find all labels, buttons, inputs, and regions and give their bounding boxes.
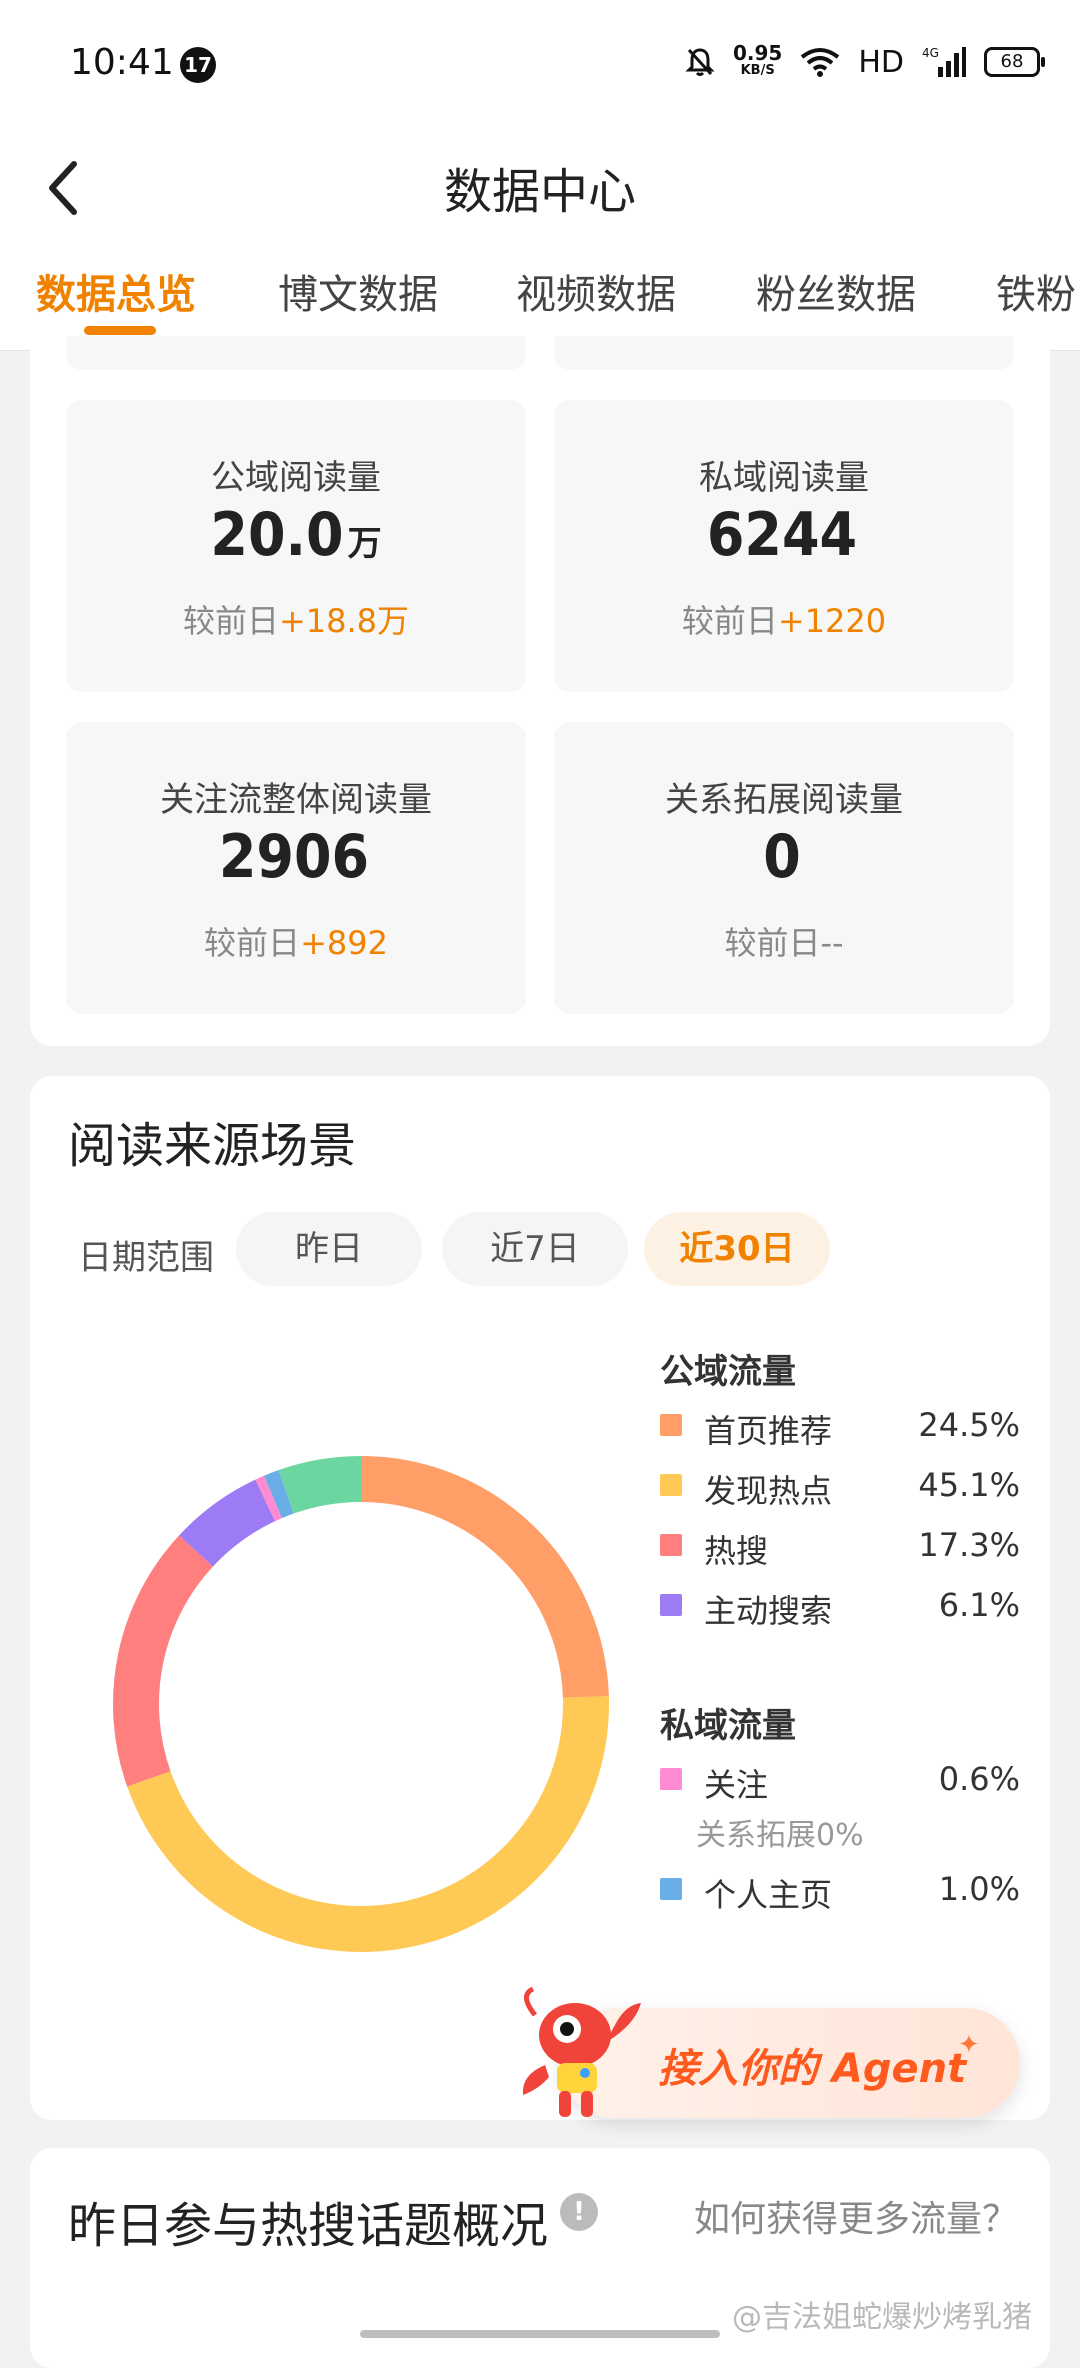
more-traffic-link[interactable]: 如何获得更多流量？	[694, 2190, 1018, 2242]
net-speed: 0.95 KB/S	[732, 41, 783, 80]
status-time: 10:41	[70, 42, 174, 83]
battery-icon: 68	[984, 47, 1045, 77]
stat-private-reads[interactable]: 私域阅读量 6244 较前日+1220	[554, 400, 1014, 692]
stat-compare: 较前日--	[724, 924, 844, 962]
page-title: 数据中心	[443, 164, 636, 220]
legend-item-discover-hot: 发现热点 45.1%	[660, 1464, 1020, 1510]
mute-bell-icon	[685, 48, 715, 76]
signal-icon: 4G	[922, 46, 966, 77]
watermark: @吉法姐蛇爆炒烤乳猪	[732, 2300, 1032, 2335]
stat-label: 关系拓展阅读量	[665, 780, 903, 820]
legend-swatch	[660, 1878, 682, 1900]
status-icons: 0.95 KB/S HD 4G 68	[685, 41, 1045, 82]
legend-name: 关注	[704, 1766, 769, 1804]
stat-follow-feed-reads[interactable]: 关注流整体阅读量 2906 较前日+892	[66, 722, 526, 1014]
stat-value: 20.0 万	[210, 500, 382, 570]
donut-slice-0	[360, 1456, 609, 1698]
legend-item-profile: 个人主页 1.0%	[660, 1868, 1020, 1914]
legend-percent: 17.3%	[918, 1526, 1020, 1564]
net-speed-value: 0.95	[732, 41, 783, 65]
stat-value: 0	[763, 822, 801, 892]
donut-slice-3	[179, 1479, 276, 1568]
date-option-yesterday[interactable]: 昨日	[236, 1212, 422, 1286]
stat-tile-partial	[66, 336, 526, 370]
legend-item-hot-search: 热搜 17.3%	[660, 1524, 1020, 1570]
legend-item-active-search: 主动搜索 6.1%	[660, 1584, 1020, 1630]
donut-slice-5	[263, 1470, 294, 1519]
tab-overview[interactable]: 数据总览	[36, 262, 196, 320]
wifi-icon	[801, 48, 840, 77]
lobster-mascot-icon[interactable]	[515, 1985, 665, 2125]
section-title-reading-source: 阅读来源场景	[68, 1118, 357, 1174]
date-option-7-days[interactable]: 近7日	[442, 1212, 628, 1286]
stat-label: 关注流整体阅读量	[160, 780, 432, 820]
stat-compare: 较前日+18.8万	[182, 602, 410, 640]
tab-bar: 数据总览 博文数据 视频数据 粉丝数据 铁粉	[0, 240, 1080, 351]
stat-compare: 较前日+892	[204, 924, 388, 962]
donut-slice-1	[127, 1696, 609, 1952]
stat-tile-partial	[554, 336, 1014, 370]
hd-label: HD	[858, 44, 904, 80]
legend-percent: 6.1%	[938, 1586, 1020, 1624]
stat-compare: 较前日+1220	[681, 602, 887, 640]
home-indicator[interactable]	[360, 2330, 720, 2338]
legend-swatch	[660, 1594, 682, 1616]
signal-label: 4G	[922, 46, 939, 60]
legend-note-relation: 关系拓展0%	[696, 1818, 864, 1853]
tab-videos[interactable]: 视频数据	[516, 262, 676, 320]
stat-label: 公域阅读量	[211, 458, 381, 498]
legend-name: 发现热点	[704, 1472, 833, 1510]
legend-name: 热搜	[704, 1532, 769, 1570]
info-icon[interactable]: !	[560, 2193, 598, 2231]
legend-group-private: 私域流量	[660, 1706, 796, 1746]
notification-badge: 17	[180, 47, 216, 83]
status-bar: 10:41 17 0.95 KB/S HD 4G 68	[0, 0, 1080, 130]
legend-percent: 24.5%	[918, 1406, 1020, 1444]
stat-public-reads[interactable]: 公域阅读量 20.0 万 较前日+18.8万	[66, 400, 526, 692]
nav-bar: 数据中心	[0, 130, 1080, 240]
date-range-label: 日期范围	[78, 1238, 214, 1278]
section-title-hot-search: 昨日参与热搜话题概况	[68, 2198, 549, 2254]
legend-swatch	[660, 1534, 682, 1556]
stats-card: 公域阅读量 20.0 万 较前日+18.8万 私域阅读量 6244 较前日+122…	[30, 336, 1050, 1046]
stat-value: 6244	[706, 500, 858, 570]
legend-swatch	[660, 1414, 682, 1436]
legend-percent: 0.6%	[938, 1760, 1020, 1798]
donut-slice-4	[255, 1475, 283, 1522]
legend-item-home-recommend: 首页推荐 24.5%	[660, 1404, 1020, 1450]
net-speed-unit: KB/S	[740, 63, 775, 78]
legend-name: 主动搜索	[704, 1592, 833, 1630]
legend-percent: 1.0%	[938, 1870, 1020, 1908]
tab-fans[interactable]: 粉丝数据	[756, 262, 916, 320]
tab-iron-fans[interactable]: 铁粉	[996, 262, 1076, 320]
legend-name: 首页推荐	[704, 1412, 833, 1450]
legend-item-follow: 关注 0.6%	[660, 1758, 1020, 1804]
reading-source-donut-chart	[113, 1456, 609, 1952]
stat-value: 2906	[218, 822, 370, 892]
tab-posts[interactable]: 博文数据	[278, 262, 438, 320]
active-tab-indicator	[84, 326, 156, 335]
stat-relation-reads[interactable]: 关系拓展阅读量 0 较前日--	[554, 722, 1014, 1014]
donut-slice-6	[278, 1456, 362, 1514]
sparkle-icon: ✦	[958, 2030, 980, 2060]
stat-label: 私域阅读量	[699, 458, 869, 498]
date-option-30-days[interactable]: 近30日	[644, 1212, 830, 1286]
legend-percent: 45.1%	[918, 1466, 1020, 1504]
legend-swatch	[660, 1474, 682, 1496]
legend-swatch	[660, 1768, 682, 1790]
agent-banner-text: 接入你的 Agent	[658, 2046, 967, 2092]
donut-slice-2	[113, 1535, 214, 1787]
legend-group-public: 公域流量	[660, 1352, 796, 1392]
legend-name: 个人主页	[704, 1876, 833, 1914]
